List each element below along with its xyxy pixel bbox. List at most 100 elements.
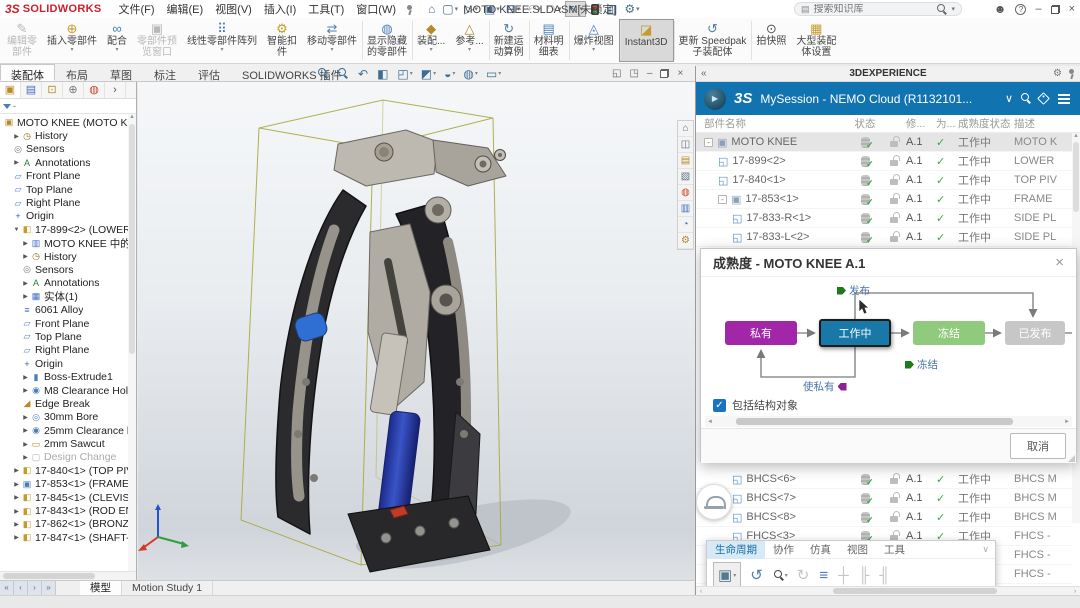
component-row[interactable]: ◱ 17-899<2> A.1 ✓ 工作中 LOWER [696,152,1072,171]
tree-item[interactable]: ◢ Edge Break [0,397,136,410]
featuremanager-tab-icon[interactable]: ▣ [0,82,21,98]
state-frozen[interactable]: 冻结 [913,321,985,345]
graphics-viewport[interactable] [138,82,695,580]
show-hidden-button[interactable]: ◍ 显示隐藏 的零部件 [362,19,412,62]
tree-item[interactable]: ◎ Sensors [0,143,136,156]
last-sheet-icon[interactable]: » [42,581,56,595]
home-icon[interactable]: ⌂ [426,1,438,17]
resize-grip[interactable] [1068,455,1075,462]
update-speedpak-button[interactable]: ↺ 更新 Speedpak 子装配体 [674,19,752,62]
component-row[interactable]: ◱ 17-833-R<1> A.1 ✓ 工作中 SIDE PL [696,209,1072,228]
expand-arrow-icon[interactable]: ▶ [21,441,30,448]
tree-item[interactable]: ▶ ◧ 17-862<1> (BRONZE I [0,518,136,531]
tree-item[interactable]: ▱ Front Plane [0,170,136,183]
expand-arrow-icon[interactable]: ▶ [12,521,21,528]
expand-arrow-icon[interactable]: ▶ [21,374,30,381]
search-caret-icon[interactable]: ▾ [951,5,955,13]
tree-item[interactable]: ≡ 6061 Alloy [0,303,136,316]
cancel-button[interactable]: 取消 [1010,433,1066,459]
take-snapshot-button[interactable]: ⊙ 拍快照 [751,19,791,62]
tree-item[interactable]: ▶ ◎ 30mm Bore [0,411,136,424]
forum-tab-icon[interactable]: ◔ [678,217,693,233]
pin-menu-icon[interactable] [405,4,413,15]
column-latest[interactable]: 为... [936,116,958,131]
assembly-features-button[interactable]: ◆ 装配... ▾ [412,19,450,62]
expand-arrow-icon[interactable]: ▶ [12,481,21,488]
view-orientation-icon[interactable]: ◰ ▾ [397,67,412,81]
tab-lifecycle[interactable]: 生命周期 [707,541,765,559]
tree-item[interactable]: ▣ MOTO KNEE (MOTO KNE [0,116,136,129]
tab-tools[interactable]: 工具 [876,541,913,559]
menu-item[interactable]: 工具(T) [302,1,350,17]
commandmanager-tab[interactable]: 评估 [187,64,231,81]
new-motion-study-button[interactable]: ↻ 新建运 动算例 [489,19,529,62]
checkbox-checked-icon[interactable]: ✓ [713,399,726,412]
search-icon[interactable] [937,4,947,15]
menu-item[interactable]: 窗口(W) [350,1,402,17]
tree-item[interactable]: ▶ A Annotations [0,156,136,169]
hide-show-items-icon[interactable]: ◒ ▾ [444,67,455,81]
tree-item[interactable]: ▶ A Annotations [0,277,136,290]
scrollbar-thumb[interactable] [1073,142,1079,212]
mate-button[interactable]: ∞ 配合 ▾ [102,19,132,62]
expand-arrow-icon[interactable]: ▶ [21,240,30,247]
tree-item[interactable]: ◎ Sensors [0,263,136,276]
tree-item[interactable]: ▱ Right Plane [0,196,136,209]
structure-view-icon[interactable]: ≡ [819,567,829,584]
tree-item[interactable]: ▶ ◧ 17-840<1> (TOP PIVC [0,464,136,477]
tree-item[interactable]: ▶ ▥ MOTO KNEE 中的配 [0,237,136,250]
component-row[interactable]: ◱ BHCS<8> A.1 ✓ 工作中 BHCS M [696,508,1072,527]
home-tab-icon[interactable]: ⌂ [678,121,693,137]
collapse-panel-icon[interactable]: « [701,68,707,79]
column-status[interactable]: 状态 [848,116,882,131]
scroll-up-icon[interactable]: ▲ [129,114,135,120]
propertymanager-tab-icon[interactable]: ▤ [21,82,42,98]
expand-arrow-icon[interactable]: ▶ [21,387,30,394]
scroll-up-icon[interactable]: ▲ [1073,133,1079,139]
tree-item[interactable]: ▱ Right Plane [0,344,136,357]
tree-item[interactable]: ▶ ◧ 17-843<1> (ROD END [0,504,136,517]
linear-pattern-button[interactable]: ⠿ 线性零部件阵列 ▾ [182,19,262,62]
dock-left-icon[interactable]: ◱ [612,68,621,79]
session-dropdown-icon[interactable]: ∨ [1005,92,1013,105]
edit-appearance-icon[interactable]: ◍ ▾ [463,67,478,81]
commandmanager-tab[interactable]: 装配体 [0,64,55,81]
reference-geometry-button[interactable]: △ 参考... ▾ [450,19,488,62]
instant3d-button[interactable]: ◪ Instant3D [619,19,674,62]
configurationmanager-tab-icon[interactable]: ⊡ [42,82,63,98]
first-sheet-icon[interactable]: « [0,581,14,595]
menu-item[interactable]: 编辑(E) [161,1,210,17]
freeze-action[interactable]: 冻结 [905,357,938,372]
expand-arrow-icon[interactable]: ▶ [21,427,30,434]
scrollbar-thumb[interactable] [129,124,135,354]
expand-arrow-icon[interactable]: ▶ [12,494,21,501]
expand-arrow-icon[interactable]: ▶ [12,508,21,515]
smart-fasteners-button[interactable]: ⚙ 智能扣 件 [262,19,302,62]
tree-horizontal-scrollbar[interactable] [0,571,136,580]
menu-item[interactable]: 视图(V) [209,1,258,17]
column-revision[interactable]: 修... [906,116,936,131]
component-row[interactable]: - ▣ MOTO KNEE A.1 ✓ 工作中 MOTO K [696,133,1072,152]
tree-item[interactable]: ▶ ◷ History [0,250,136,263]
component-row[interactable]: - ▣ 17-853<1> A.1 ✓ 工作中 FRAME [696,190,1072,209]
scroll-right-icon[interactable]: › [1070,588,1080,595]
expand-arrow-icon[interactable]: ▶ [12,534,21,541]
tab-collaborate[interactable]: 协作 [765,541,802,559]
component-row[interactable]: ◱ 17-833-L<2> A.1 ✓ 工作中 SIDE PL [696,228,1072,247]
large-assembly-button[interactable]: ▦ 大型装配 体设置 [791,19,841,62]
expand-arrow-icon[interactable]: ▶ [21,280,30,287]
scroll-left-icon[interactable]: ‹ [696,588,706,595]
component-row[interactable]: ◱ 17-840<1> A.1 ✓ 工作中 TOP PIV [696,171,1072,190]
column-maturity[interactable]: 成熟度状态 [958,116,1014,131]
tree-vertical-scrollbar[interactable]: ▲ [128,114,136,571]
menu-item[interactable]: 插入(I) [258,1,302,17]
new-document-icon[interactable]: ▢ ▾ [440,1,460,17]
save-to-3dexperience-icon[interactable]: ▣ ▾ [713,562,741,588]
custom-properties-tab-icon[interactable]: ▥ [678,201,693,217]
minimize-doc-icon[interactable]: – [647,68,653,79]
scroll-right-icon[interactable]: ► [1062,419,1072,425]
moto-knee-model[interactable] [276,130,506,572]
close-window-icon[interactable]: × [1069,3,1075,15]
3dexperience-tab-icon[interactable]: ◫ [678,137,693,153]
tags-icon[interactable] [1037,92,1050,105]
